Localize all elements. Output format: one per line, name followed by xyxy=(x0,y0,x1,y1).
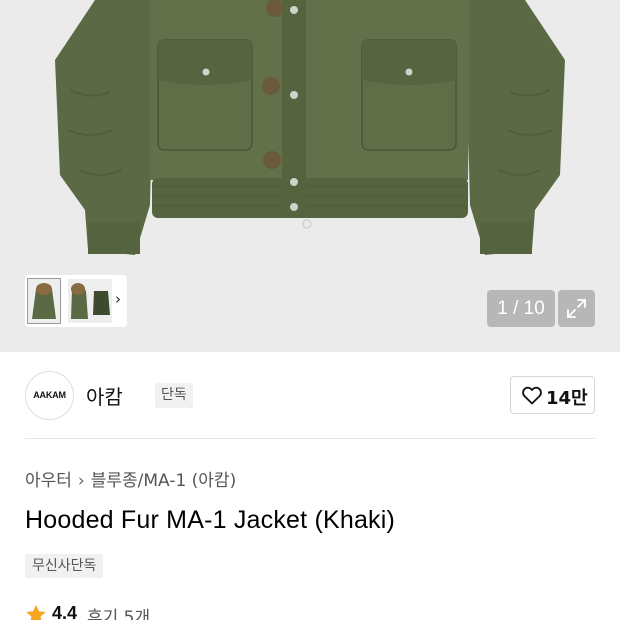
like-count: 14만 xyxy=(546,388,588,409)
exclusive-badge: 단독 xyxy=(155,383,193,408)
breadcrumb: 아우터 › 블루종/MA-1 (아캄) xyxy=(25,466,236,491)
like-button[interactable]: 14만 xyxy=(510,376,595,414)
product-tag: 무신사단독 xyxy=(25,554,104,578)
product-image-gallery[interactable]: › 1 / 10 xyxy=(0,0,620,352)
chevron-right-icon[interactable]: › xyxy=(115,290,121,308)
brand-name[interactable]: 아캄 xyxy=(86,381,123,410)
review-count-link[interactable]: 후기 5개 xyxy=(87,603,150,620)
breadcrumb-category[interactable]: 아우터 xyxy=(25,471,72,491)
jacket-thumbnail-back-icon[interactable] xyxy=(85,279,117,323)
thumbnail-strip[interactable]: › xyxy=(25,275,127,327)
chevron-right-icon: › xyxy=(77,471,85,491)
image-counter: 1 / 10 xyxy=(487,290,555,327)
brand-row: AAKAM 아캄 단독 14만 xyxy=(25,371,595,421)
jacket-thumbnail-front-icon[interactable] xyxy=(27,278,61,324)
star-icon xyxy=(26,605,46,620)
product-title: Hooded Fur MA-1 Jacket (Khaki) xyxy=(25,506,396,534)
expand-button[interactable] xyxy=(558,290,595,327)
expand-icon xyxy=(567,299,586,318)
divider xyxy=(25,438,595,439)
heart-icon xyxy=(522,386,542,405)
breadcrumb-subcategory[interactable]: 블루종/MA-1 (아캄) xyxy=(91,471,236,491)
rating-value: 4.4 xyxy=(52,603,78,620)
brand-logo[interactable]: AAKAM xyxy=(25,371,74,420)
